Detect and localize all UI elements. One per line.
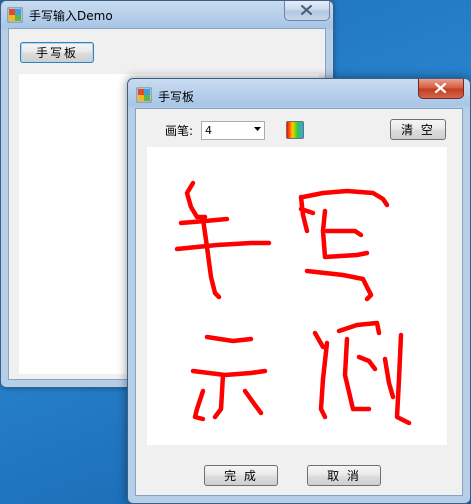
cancel-button[interactable]: 取 消 <box>307 465 381 486</box>
pen-size-label: 画笔: <box>165 124 194 138</box>
chevron-down-icon <box>254 127 261 131</box>
main-close-button[interactable] <box>284 1 330 21</box>
close-x-icon <box>301 5 312 15</box>
color-gradient-icon[interactable] <box>286 121 304 139</box>
pad-window: 手写板 画笔: 4 清 空 完 成 取 消 <box>127 78 471 504</box>
pen-size-value: 4 <box>205 124 212 137</box>
close-x-icon <box>434 83 447 93</box>
pen-size-select[interactable]: 4 <box>201 121 265 140</box>
handwriting-canvas[interactable] <box>147 147 447 445</box>
ok-button[interactable]: 完 成 <box>204 465 278 486</box>
main-window-title: 手写输入Demo <box>29 9 113 23</box>
pad-window-title: 手写板 <box>158 90 195 104</box>
open-handwriting-pad-button[interactable]: 手写板 <box>20 42 94 63</box>
pad-close-button[interactable] <box>418 79 464 99</box>
clear-button[interactable]: 清 空 <box>390 119 446 140</box>
app-window-icon <box>7 7 23 23</box>
pad-window-titlebar[interactable]: 手写板 <box>128 79 470 107</box>
main-window-titlebar[interactable]: 手写输入Demo <box>1 1 333 29</box>
ink-strokes <box>174 180 412 426</box>
pad-window-client: 画笔: 4 清 空 完 成 取 消 <box>135 108 463 496</box>
app-window-icon <box>136 87 152 103</box>
